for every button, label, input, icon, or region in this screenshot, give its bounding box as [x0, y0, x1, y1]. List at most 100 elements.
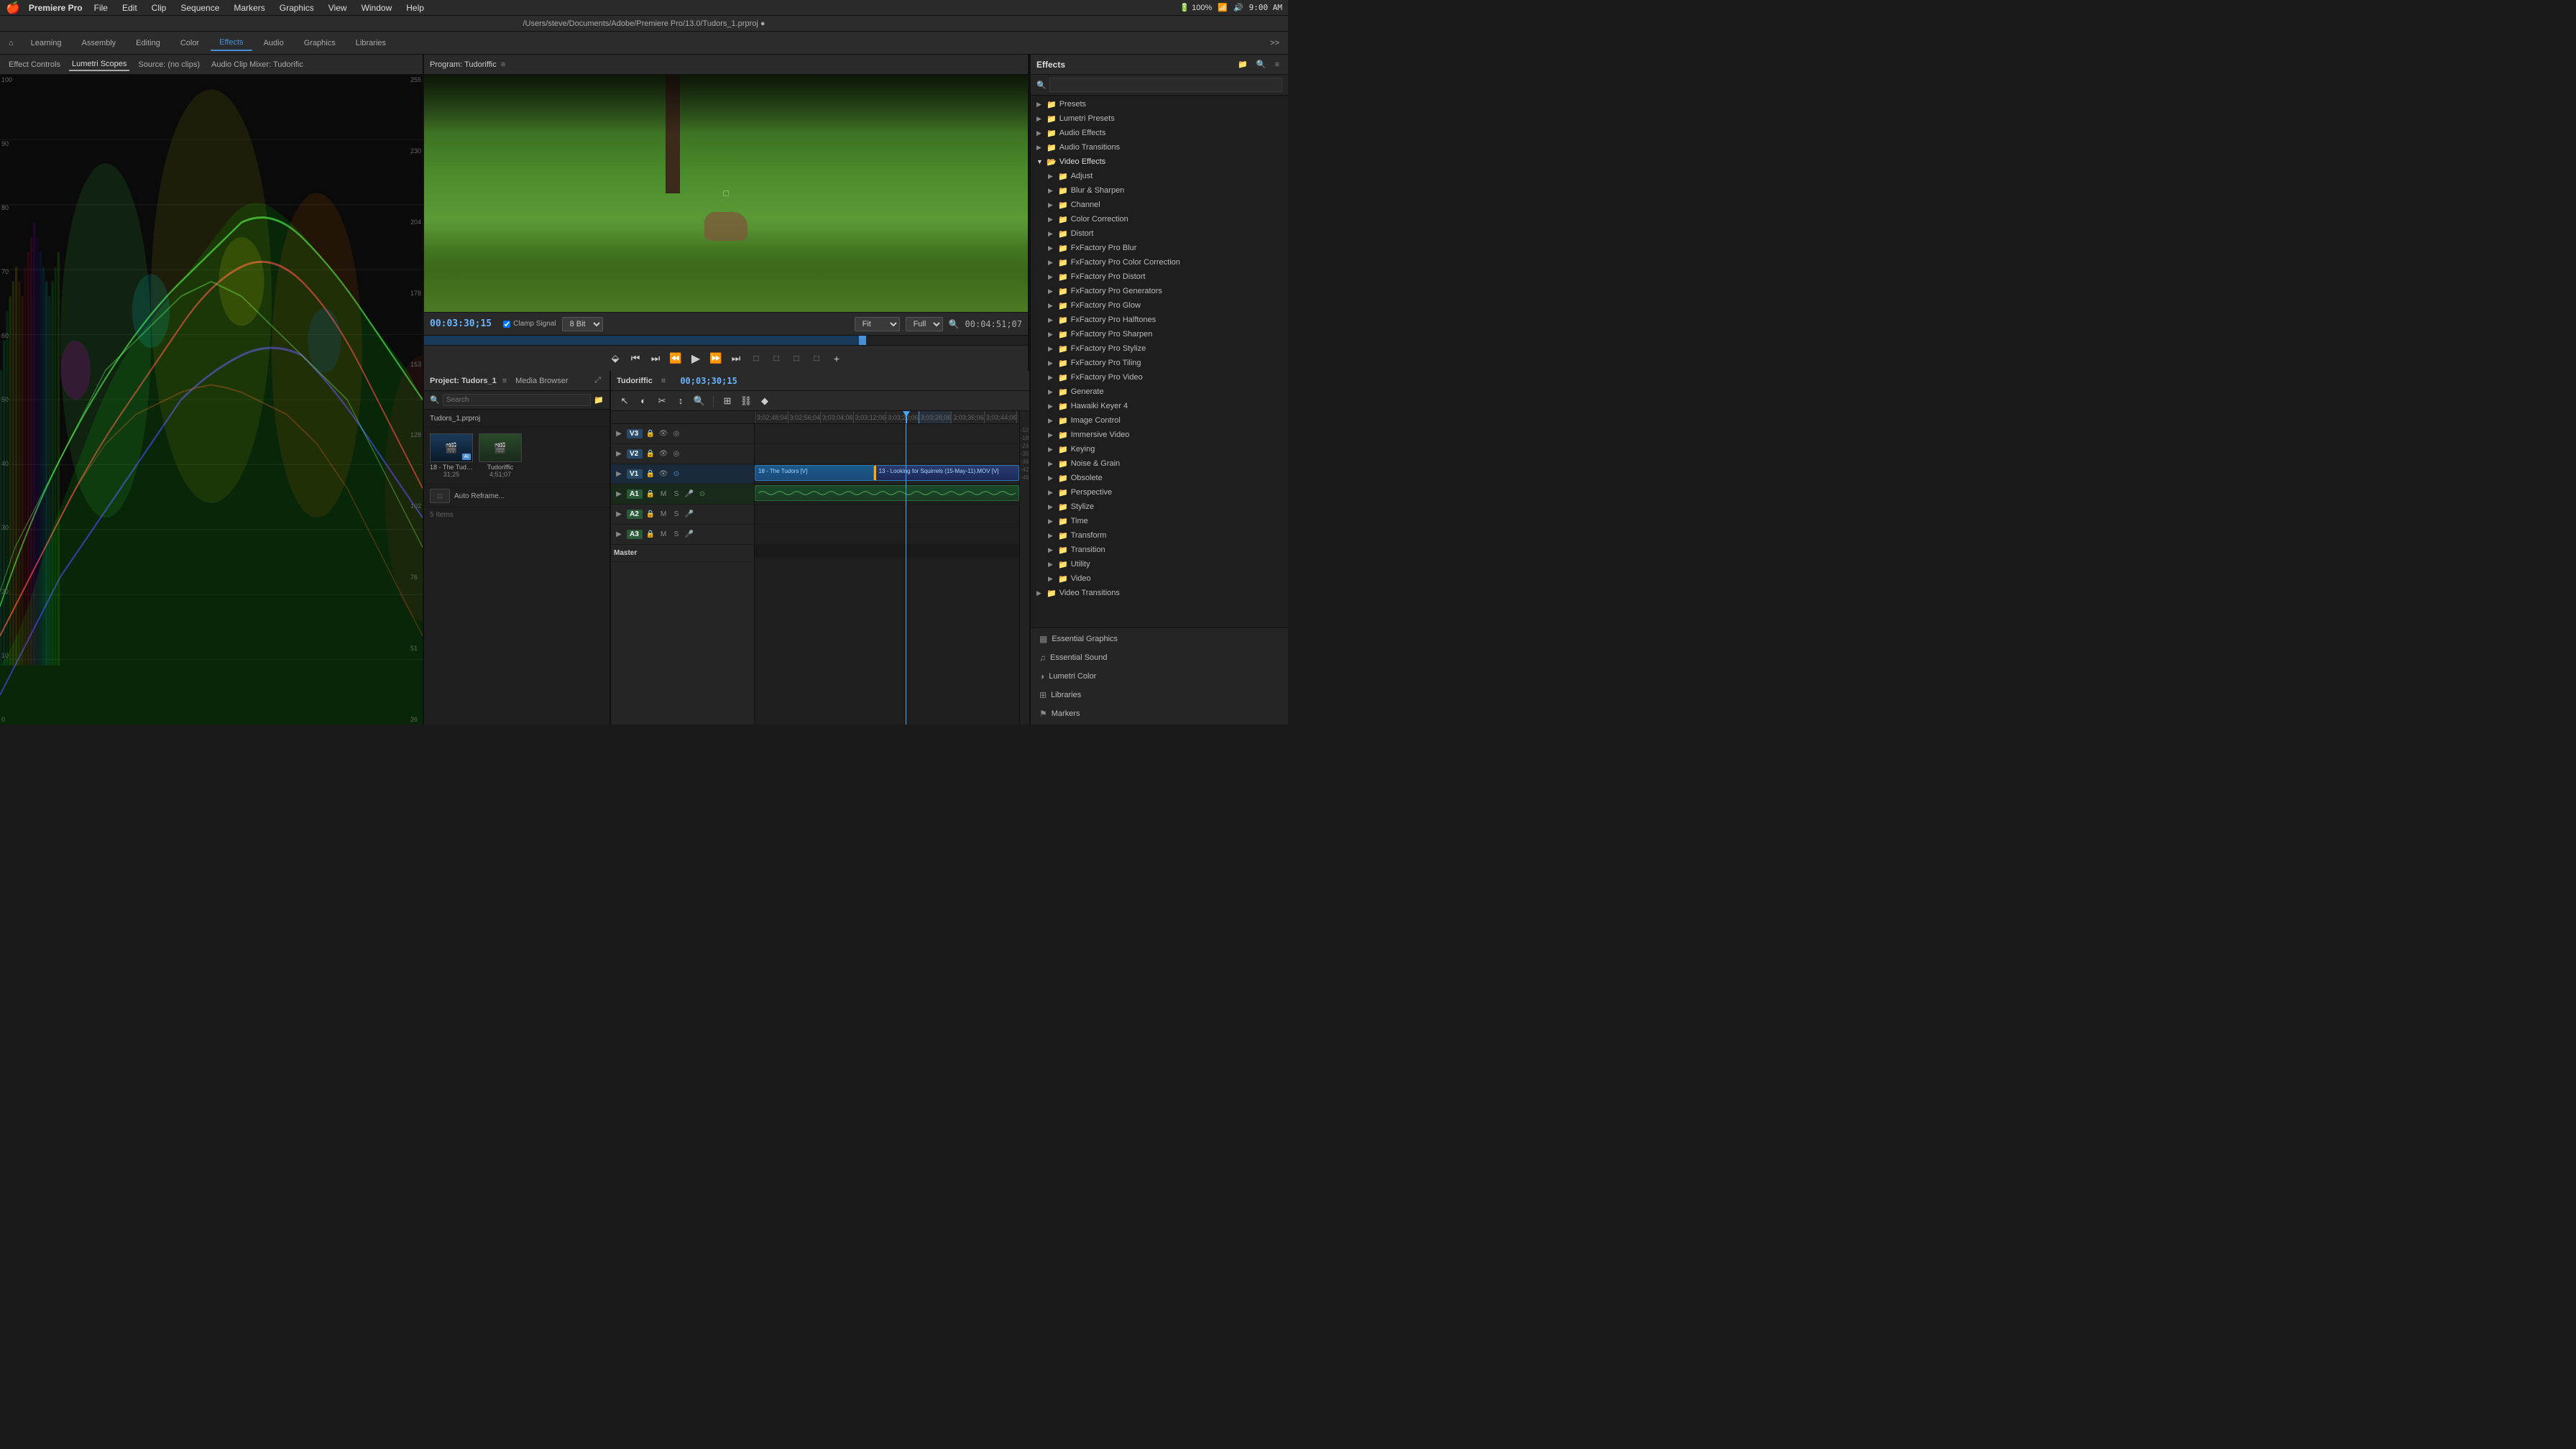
tree-item-fxfactory-tiling[interactable]: ▶ 📁 FxFactory Pro Tiling [1031, 356, 1288, 370]
ws-tab-learning[interactable]: Learning [22, 36, 70, 50]
ws-tab-audio[interactable]: Audio [255, 36, 293, 50]
tree-item-presets[interactable]: ▶ 📁 Presets [1031, 97, 1288, 111]
clamp-signal-checkbox[interactable] [503, 321, 510, 328]
menu-help[interactable]: Help [403, 1, 427, 14]
libraries-item[interactable]: ⊞ Libraries [1031, 686, 1288, 704]
a1-record-button[interactable]: 🎤 [684, 489, 694, 500]
tree-item-noise-grain[interactable]: ▶ 📁 Noise & Grain [1031, 456, 1288, 471]
markers-item[interactable]: ⚑ Markers [1031, 704, 1288, 723]
tree-item-immersive-video[interactable]: ▶ 📁 Immersive Video [1031, 428, 1288, 442]
tree-item-color-correction[interactable]: ▶ 📁 Color Correction [1031, 212, 1288, 226]
fit-selector[interactable]: Fit25%50%75%100% [855, 317, 900, 331]
timeline-razor-button[interactable]: ✂ [654, 393, 670, 409]
menu-graphics[interactable]: Graphics [277, 1, 317, 14]
a3-expand-button[interactable]: ▶ [614, 530, 624, 540]
project-file-item[interactable]: Tudors_1.prproj [424, 410, 610, 428]
tab-effect-controls[interactable]: Effect Controls [6, 59, 63, 70]
tab-lumetri-scopes[interactable]: Lumetri Scopes [69, 58, 129, 71]
lumetri-color-item[interactable]: ◑ Lumetri Color [1031, 667, 1288, 686]
v3-target-button[interactable]: ◎ [671, 429, 681, 439]
effects-search-input[interactable] [1049, 78, 1282, 92]
tree-item-keying[interactable]: ▶ 📁 Keying [1031, 442, 1288, 456]
v1-target-button[interactable]: ⊙ [671, 469, 681, 479]
tree-item-transform[interactable]: ▶ 📁 Transform [1031, 528, 1288, 543]
a1-solo-button[interactable]: S [671, 489, 681, 500]
timeline-zoom-button[interactable]: 🔍 [691, 393, 707, 409]
v1-clip-1[interactable]: 18 - The Tudors [V] [755, 465, 874, 481]
v3-expand-button[interactable]: ▶ [614, 429, 624, 439]
tree-item-video[interactable]: ▶ 📁 Video [1031, 571, 1288, 586]
new-bin-icon[interactable]: 📁 [594, 395, 604, 405]
loop-button[interactable]: ⏭ [728, 351, 744, 367]
tree-item-fxfactory-distort[interactable]: ▶ 📁 FxFactory Pro Distort [1031, 270, 1288, 284]
ws-tab-graphics[interactable]: Graphics [295, 36, 344, 50]
tree-item-video-effects[interactable]: ▼ 📂 Video Effects [1031, 155, 1288, 169]
a1-expand-button[interactable]: ▶ [614, 489, 624, 500]
tree-item-utility[interactable]: ▶ 📁 Utility [1031, 557, 1288, 571]
tree-item-fxfactory-halftones[interactable]: ▶ 📁 FxFactory Pro Halftones [1031, 313, 1288, 327]
playback-scrubber[interactable] [424, 335, 1028, 345]
v2-lock-button[interactable]: 🔒 [645, 449, 656, 459]
a3-record-button[interactable]: 🎤 [684, 530, 694, 540]
project-panel-menu[interactable]: ≡ [502, 377, 507, 385]
essential-graphics-item[interactable]: ▦ Essential Graphics [1031, 630, 1288, 648]
play-button[interactable]: ▶ [688, 351, 704, 367]
tree-item-obsolete[interactable]: ▶ 📁 Obsolete [1031, 471, 1288, 485]
v2-target-button[interactable]: ◎ [671, 449, 681, 459]
media-browser-tab[interactable]: Media Browser [515, 377, 568, 385]
tree-item-fxfactory-video[interactable]: ▶ 📁 FxFactory Pro Video [1031, 370, 1288, 385]
tree-item-channel[interactable]: ▶ 📁 Channel [1031, 198, 1288, 212]
v3-lock-button[interactable]: 🔒 [645, 429, 656, 439]
mark-in-button[interactable]: ⬚ [748, 351, 764, 367]
tab-source[interactable]: Source: (no clips) [135, 59, 203, 70]
mark-out-button[interactable]: ⬚ [768, 351, 784, 367]
tree-item-distort[interactable]: ▶ 📁 Distort [1031, 226, 1288, 241]
v1-expand-button[interactable]: ▶ [614, 469, 624, 479]
current-timecode[interactable]: 00:03:30;15 [430, 318, 492, 329]
tree-item-audio-transitions[interactable]: ▶ 📁 Audio Transitions [1031, 140, 1288, 155]
effects-new-custom-bin[interactable]: 📁 [1235, 58, 1251, 70]
v1-lock-button[interactable]: 🔒 [645, 469, 656, 479]
v2-visibility-button[interactable]: 👁 [658, 449, 668, 459]
effects-menu-button[interactable]: ≡ [1272, 58, 1282, 70]
tree-item-perspective[interactable]: ▶ 📁 Perspective [1031, 485, 1288, 500]
timeline-marker-button[interactable]: ◆ [757, 393, 773, 409]
clip-thumbnail-2[interactable]: 🎬 Tudoriffic 4;51;07 [479, 433, 522, 478]
timeline-timecode[interactable]: 00;03;30;15 [680, 376, 737, 386]
tree-item-lumetri-presets[interactable]: ▶ 📁 Lumetri Presets [1031, 111, 1288, 126]
tree-item-fxfactory-generators[interactable]: ▶ 📁 FxFactory Pro Generators [1031, 284, 1288, 298]
a2-lock-button[interactable]: 🔒 [645, 510, 656, 520]
timeline-cursor-button[interactable]: ↖ [617, 393, 632, 409]
v2-expand-button[interactable]: ▶ [614, 449, 624, 459]
a1-mute-button[interactable]: M [658, 489, 668, 500]
timeline-ripple-button[interactable]: ◐ [635, 393, 651, 409]
workspace-more-button[interactable]: >> [1270, 39, 1279, 47]
timeline-link-button[interactable]: ⛓ [738, 393, 754, 409]
a3-mute-button[interactable]: M [658, 530, 668, 540]
a2-record-button[interactable]: 🎤 [684, 510, 694, 520]
ws-tab-editing[interactable]: Editing [127, 36, 169, 50]
a1-target-button[interactable]: ⊙ [697, 489, 707, 500]
tree-item-generate[interactable]: ▶ 📁 Generate [1031, 385, 1288, 399]
tree-item-audio-effects[interactable]: ▶ 📁 Audio Effects [1031, 126, 1288, 140]
tree-item-fxfactory-blur[interactable]: ▶ 📁 FxFactory Pro Blur [1031, 241, 1288, 255]
ws-tab-effects[interactable]: Effects [211, 35, 252, 51]
step-back-button[interactable]: ⏮ [627, 351, 643, 367]
tree-item-fxfactory-sharpen[interactable]: ▶ 📁 FxFactory Pro Sharpen [1031, 327, 1288, 341]
home-icon[interactable]: ⌂ [9, 39, 14, 47]
shuttle-stop-button[interactable]: ⬙ [607, 351, 623, 367]
menu-view[interactable]: View [326, 1, 350, 14]
tree-item-fxfactory-glow[interactable]: ▶ 📁 FxFactory Pro Glow [1031, 298, 1288, 313]
menu-sequence[interactable]: Sequence [178, 1, 222, 14]
a1-clip-1[interactable] [755, 485, 1019, 501]
timeline-menu-icon[interactable]: ≡ [661, 377, 666, 385]
apple-menu[interactable]: 🍎 [6, 1, 20, 15]
ws-tab-libraries[interactable]: Libraries [347, 36, 395, 50]
v1-visibility-button[interactable]: 👁 [658, 469, 668, 479]
menu-edit[interactable]: Edit [119, 1, 140, 14]
tree-item-image-control[interactable]: ▶ 📁 Image Control [1031, 413, 1288, 428]
a1-lock-button[interactable]: 🔒 [645, 489, 656, 500]
timeline-scrollbar[interactable]: -12 -18 -24 -30 -36 -42 -48 [1019, 411, 1029, 724]
menu-markers[interactable]: Markers [231, 1, 267, 14]
menu-clip[interactable]: Clip [149, 1, 170, 14]
